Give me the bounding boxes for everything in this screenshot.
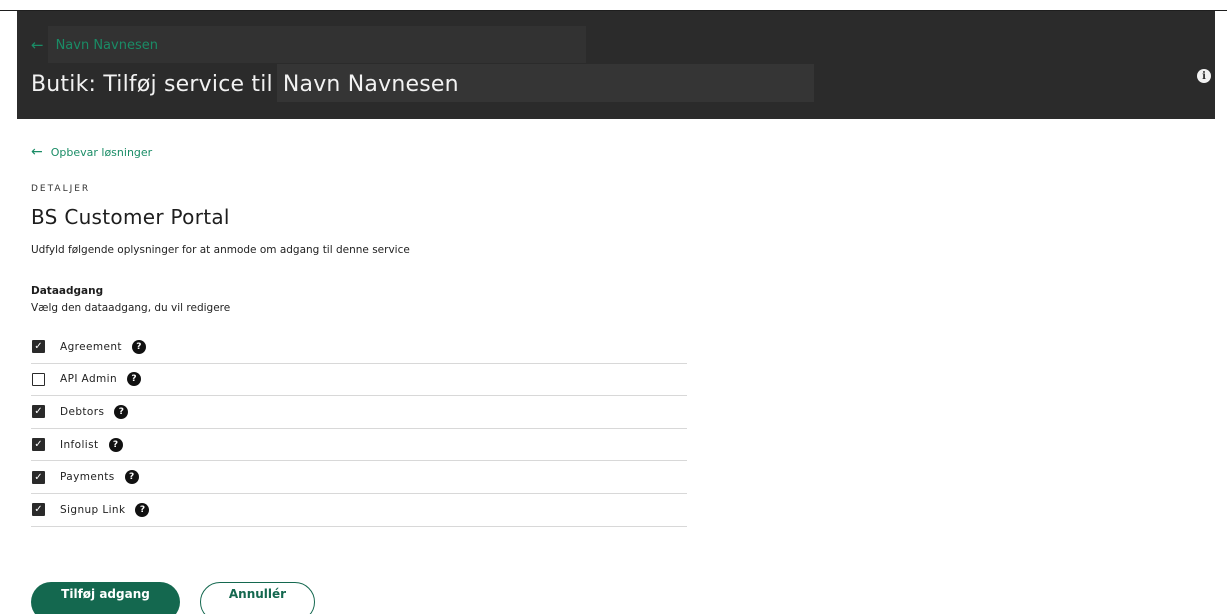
checkbox[interactable]: ✓: [32, 405, 45, 419]
data-access-label: Dataadgang: [31, 285, 104, 297]
checkbox[interactable]: ✓: [32, 340, 45, 354]
data-access-options: ✓ Agreement ? API Admin ? ✓ Debtors ? ✓ …: [31, 331, 687, 527]
page-title-prefix: Butik: Tilføj service til: [31, 72, 273, 97]
add-access-button[interactable]: Tilføj adgang: [31, 582, 180, 614]
option-debtors[interactable]: ✓ Debtors ?: [31, 396, 687, 429]
header-back-label: Navn Navnesen: [55, 37, 158, 53]
option-label: Agreement: [60, 340, 122, 353]
help-icon[interactable]: ?: [108, 437, 123, 452]
service-description: Udfyld følgende oplysninger for at anmod…: [31, 244, 410, 256]
option-agreement[interactable]: ✓ Agreement ?: [31, 331, 687, 364]
help-icon[interactable]: ?: [135, 502, 150, 517]
page-title: Butik: Tilføj service til Navn Navnesen: [31, 64, 814, 102]
checkbox[interactable]: ✓: [32, 438, 45, 452]
option-label: Signup Link: [60, 503, 126, 516]
checkbox[interactable]: ✓: [32, 503, 45, 517]
option-label: Infolist: [60, 438, 99, 451]
arrow-left-icon: ←: [31, 144, 43, 160]
option-payments[interactable]: ✓ Payments ?: [31, 461, 687, 494]
back-link-label: Opbevar løsninger: [50, 145, 153, 159]
service-title: BS Customer Portal: [31, 205, 230, 229]
page-title-name: Navn Navnesen: [282, 72, 459, 97]
option-label: Payments: [60, 471, 115, 484]
option-signup-link[interactable]: ✓ Signup Link ?: [31, 494, 687, 527]
help-icon[interactable]: ?: [127, 372, 142, 387]
back-link[interactable]: ← Opbevar løsninger: [31, 144, 152, 160]
help-icon[interactable]: ?: [114, 404, 129, 419]
section-label: DETALJER: [31, 184, 91, 194]
cancel-button[interactable]: Annullér: [200, 582, 315, 614]
option-label: API Admin: [60, 373, 118, 386]
header-back-link[interactable]: ← Navn Navnesen: [31, 37, 158, 53]
help-icon[interactable]: ?: [124, 470, 139, 485]
option-label: Debtors: [60, 405, 105, 418]
checkbox[interactable]: [32, 372, 45, 386]
info-icon[interactable]: i: [1197, 69, 1211, 83]
data-access-help: Vælg den dataadgang, du vil redigere: [31, 302, 231, 314]
help-icon[interactable]: ?: [131, 339, 146, 354]
option-api-admin[interactable]: API Admin ?: [31, 364, 687, 397]
option-infolist[interactable]: ✓ Infolist ?: [31, 429, 687, 462]
arrow-left-icon: ←: [31, 35, 44, 54]
checkbox[interactable]: ✓: [32, 470, 45, 484]
